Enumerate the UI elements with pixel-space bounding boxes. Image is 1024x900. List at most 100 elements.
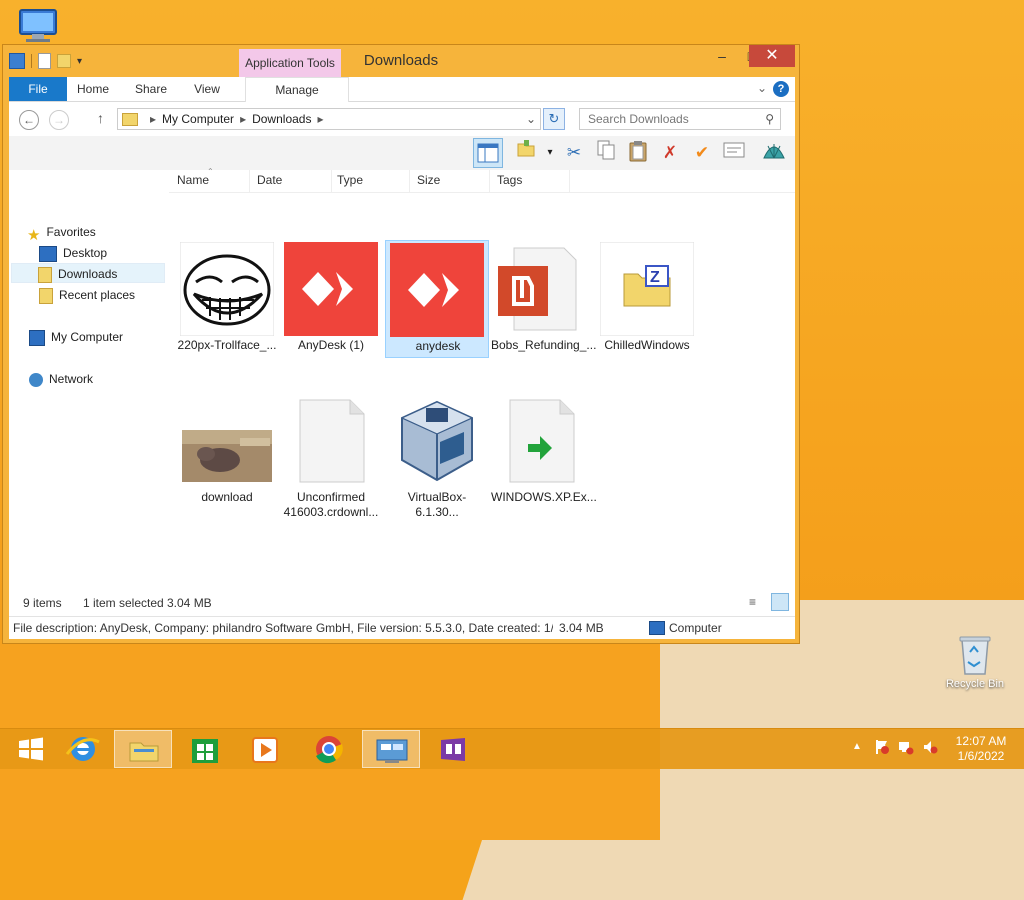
nav-desktop-label: Desktop [63,246,108,260]
file-name: anydesk [415,339,461,353]
file-tile[interactable]: WINDOWS.XP.Ex... [491,392,597,510]
computer-desktop-icon[interactable] [14,6,62,46]
breadcrumb-separator-icon[interactable]: ▸ [317,112,323,126]
clock[interactable]: 12:07 AM 1/6/2022 [948,734,1014,764]
column-tags[interactable]: Tags [497,173,522,187]
file-name: 220px-Trollface_... [177,338,277,352]
command-toolbar: ▾ ✂ ✗ ✔ [9,136,795,170]
column-type[interactable]: Type [337,173,363,187]
recycle-bin-desktop-icon[interactable]: Recycle Bin [940,632,1010,690]
file-name: Bobs_Refunding_... [491,338,597,352]
onenote-taskbar-icon[interactable] [424,730,482,768]
close-button[interactable]: ✕ [749,45,795,67]
properties-icon[interactable] [721,140,747,166]
breadcrumb-separator-icon[interactable]: ▸ [150,112,156,126]
large-icons-view-icon[interactable] [771,593,789,611]
address-bar[interactable]: ▸ My Computer ▸ Downloads ▸ ⌄ [117,108,541,130]
file-tile[interactable]: Z ChilledWindows [597,240,697,358]
minimize-button[interactable]: – [707,45,737,67]
copy-icon[interactable] [593,140,619,166]
column-divider[interactable] [489,170,490,192]
taskbar: ▲ 12:07 AM 1/6/2022 [0,728,1024,769]
back-button[interactable]: ← [19,110,39,130]
star-icon: ★ [27,226,41,244]
expand-ribbon-icon[interactable]: ⌄ [757,81,767,95]
navigation-pane: ★ Favorites Desktop Downloads Recent plac… [9,170,169,590]
column-name[interactable]: Name [177,173,209,187]
file-tile[interactable]: 220px-Trollface_... [177,240,277,358]
file-tile[interactable]: AnyDesk (1) [281,240,381,358]
recycle-bin-label: Recycle Bin [945,678,1005,690]
recent-places-icon [39,287,53,304]
tab-share[interactable]: Share [133,77,169,101]
column-divider[interactable] [569,170,570,192]
virtualbox-icon [390,394,484,488]
window-title: Downloads [363,52,439,69]
file-explorer-taskbar-icon[interactable] [114,730,172,768]
chrome-taskbar-icon[interactable] [300,730,358,768]
volume-muted-icon[interactable] [922,739,938,758]
column-divider[interactable] [249,170,250,192]
tab-manage[interactable]: Manage [245,77,349,102]
view-dropdown-icon[interactable]: ▾ [537,140,563,166]
change-view-icon[interactable] [513,140,539,166]
explorer-content: ★ Favorites Desktop Downloads Recent plac… [9,167,795,590]
cut-icon[interactable]: ✂ [561,140,587,166]
file-name: ChilledWindows [604,338,690,352]
blank-file-icon [284,394,378,488]
file-tile-selected[interactable]: anydesk [385,240,489,358]
file-tile[interactable]: VirtualBox-6.1.30... [387,392,487,519]
desktop-icon [39,245,57,262]
item-count: 9 items [23,596,62,610]
file-name: AnyDesk (1) [297,338,365,352]
forward-button[interactable]: → [49,110,69,130]
file-tile[interactable]: download [177,392,277,510]
media-player-taskbar-icon[interactable] [236,730,294,768]
file-name: VirtualBox-6.1.30... [407,490,467,519]
internet-explorer-taskbar-icon[interactable] [54,730,112,768]
nav-recent-places[interactable]: Recent places [39,285,135,305]
anydesk-icon [390,243,484,337]
breadcrumb-separator-icon[interactable]: ▸ [240,112,246,126]
preview-pane-icon[interactable] [473,138,503,168]
paste-icon[interactable] [625,140,651,166]
network-tray-icon[interactable] [898,739,914,758]
clock-date: 1/6/2022 [957,749,1005,763]
tab-home[interactable]: Home [73,77,113,101]
file-tile[interactable]: Bobs_Refunding_... [491,240,597,358]
tab-view[interactable]: View [189,77,225,101]
column-headers: Name ⌃ Date Type Size Tags [169,167,795,193]
column-date[interactable]: Date [257,173,282,187]
tab-file[interactable]: File [9,77,67,101]
shell-icon[interactable] [761,140,787,166]
show-hidden-icons[interactable]: ▲ [852,741,862,752]
details-view-icon[interactable]: ≡ [749,595,765,609]
nav-desktop[interactable]: Desktop [39,243,107,263]
file-tile[interactable]: Unconfirmed 416003.crdownl... [281,392,381,519]
nav-downloads[interactable]: Downloads [11,263,165,283]
breadcrumb-downloads[interactable]: Downloads [252,112,311,126]
delete-icon[interactable]: ✗ [657,140,683,166]
column-divider[interactable] [331,170,332,192]
store-taskbar-icon[interactable] [176,730,234,768]
sort-ascending-icon: ⌃ [207,167,214,176]
control-panel-taskbar-icon[interactable] [362,730,420,768]
nav-favorites[interactable]: ★ Favorites [27,222,96,244]
column-divider[interactable] [409,170,410,192]
breadcrumb-my-computer[interactable]: My Computer [162,112,234,126]
column-size[interactable]: Size [417,173,440,187]
up-button[interactable]: ↑ [97,110,104,126]
start-button[interactable] [2,730,60,768]
nav-my-computer[interactable]: My Computer [29,327,123,347]
trollface-image [179,241,275,337]
downloads-folder-icon [38,266,52,283]
rename-check-icon[interactable]: ✔ [689,140,715,166]
refresh-button[interactable]: ↻ [543,108,565,130]
address-dropdown-icon[interactable]: ⌄ [526,109,536,129]
help-icon[interactable]: ? [773,81,789,97]
title-bar[interactable]: ▾ Application Tools Downloads – □ ✕ [3,45,799,81]
selection-count: 1 item selected [83,596,164,610]
nav-network[interactable]: Network [29,369,93,389]
search-input[interactable]: Search Downloads ⚲ [579,108,781,130]
action-center-flag-icon[interactable] [874,739,890,758]
